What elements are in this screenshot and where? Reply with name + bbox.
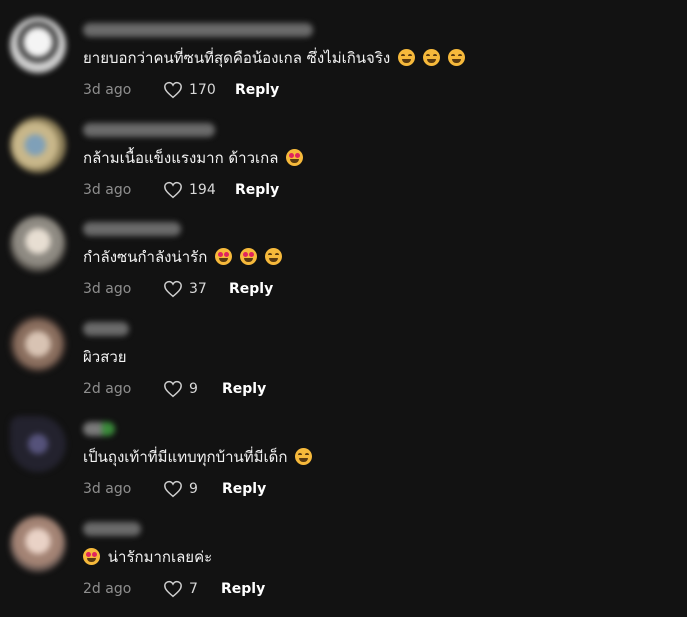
comment-text-content: กล้ามเนื้อแข็งแรงมาก ด้าวเกล <box>83 149 279 167</box>
heart-eyes-icon <box>215 248 233 265</box>
heart-icon <box>164 580 182 598</box>
comment-text: กล้ามเนื้อแข็งแรงมาก ด้าวเกล <box>83 147 304 169</box>
comment-item: เป็นถุงเท้าที่มีแทบทุกบ้านที่มีเด็ก 3d a… <box>0 394 687 498</box>
comment-text-content: กำลังซนกำลังน่ารัก <box>83 248 208 266</box>
like-button[interactable]: 7 <box>163 580 198 598</box>
username-blurred[interactable] <box>83 222 181 236</box>
comment-item: น่ารักมากเลยค่ะ 2d ago 7 Reply <box>0 494 687 598</box>
avatar[interactable] <box>10 17 66 73</box>
comment-meta: 2d ago 7 Reply <box>83 579 343 599</box>
comment-text-content: ผิวสวย <box>83 348 127 366</box>
avatar[interactable] <box>10 117 66 173</box>
comment-item: กล้ามเนื้อแข็งแรงมาก ด้าวเกล 3d ago 194 … <box>0 95 687 199</box>
username-blurred[interactable] <box>83 23 313 37</box>
username-blurred[interactable] <box>83 422 115 436</box>
reply-button[interactable]: Reply <box>221 579 265 599</box>
like-count: 7 <box>189 581 198 597</box>
comment-text: เป็นถุงเท้าที่มีแทบทุกบ้านที่มีเด็ก <box>83 446 313 468</box>
comment-text: ยายบอกว่าคนที่ซนที่สุดคือน้องเกล ซึ่งไม่… <box>83 47 465 69</box>
comment-text-content: ยายบอกว่าคนที่ซนที่สุดคือน้องเกล ซึ่งไม่… <box>83 49 391 67</box>
joy-icon <box>264 248 282 265</box>
grin-sweat-icon <box>398 49 416 66</box>
avatar[interactable] <box>10 516 66 572</box>
comment-text-content: น่ารักมากเลยค่ะ <box>107 548 213 566</box>
username-blurred[interactable] <box>83 522 141 536</box>
comment-item: ผิวสวย 2d ago 9 Reply <box>0 294 687 398</box>
comment-text: ผิวสวย <box>83 346 127 368</box>
timestamp: 2d ago <box>83 581 132 597</box>
heart-eyes-icon <box>286 149 304 166</box>
comment-item: ยายบอกว่าคนที่ซนที่สุดคือน้องเกล ซึ่งไม่… <box>0 0 687 99</box>
comment-text-content: เป็นถุงเท้าที่มีแทบทุกบ้านที่มีเด็ก <box>83 448 288 466</box>
rofl-icon <box>295 448 313 465</box>
heart-eyes-icon <box>83 548 100 565</box>
avatar[interactable] <box>10 416 66 472</box>
comment-text: น่ารักมากเลยค่ะ <box>83 546 212 568</box>
grin-sweat-icon <box>447 49 465 66</box>
username-blurred[interactable] <box>83 123 215 137</box>
avatar[interactable] <box>10 216 66 272</box>
avatar[interactable] <box>10 316 66 372</box>
grin-sweat-icon <box>422 49 440 66</box>
comment-text: กำลังซนกำลังน่ารัก <box>83 246 282 268</box>
heart-eyes-icon <box>239 248 257 265</box>
comment-item: กำลังซนกำลังน่ารัก 3d ago 37 Reply <box>0 194 687 298</box>
username-blurred[interactable] <box>83 322 129 336</box>
